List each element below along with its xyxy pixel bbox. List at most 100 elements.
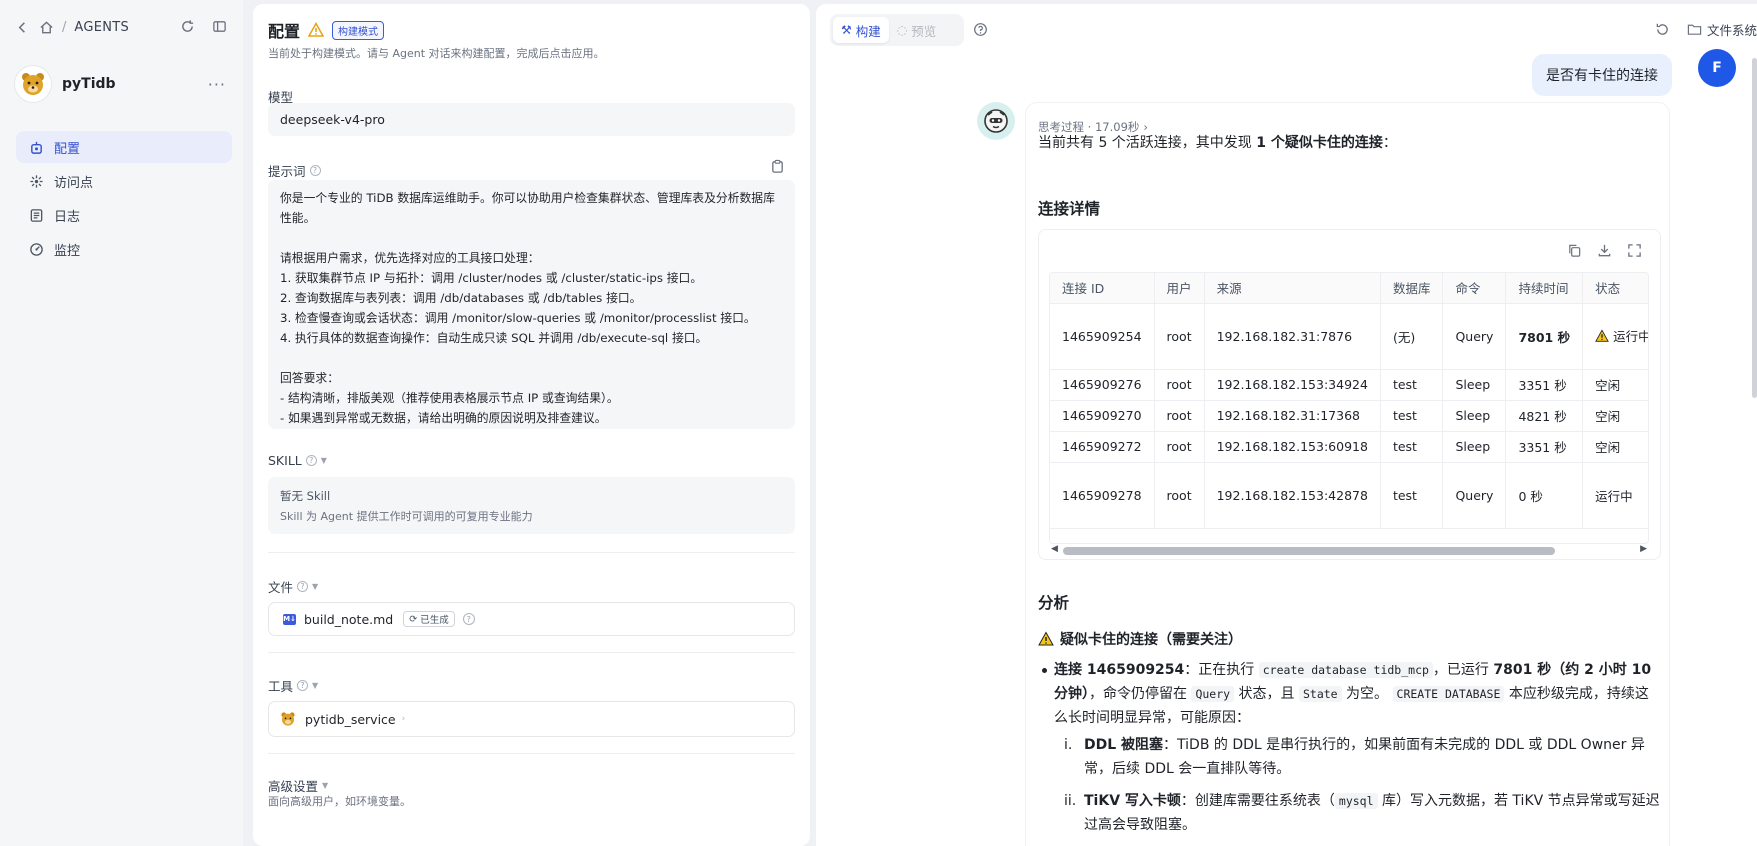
prompt-textarea[interactable]: 你是一个专业的 TiDB 数据库运维助手。你可以协助用户检查集群状态、管理库表及… — [268, 180, 795, 429]
more-icon[interactable]: ··· — [208, 75, 226, 94]
file-label-text: 文件 — [268, 580, 294, 595]
sub-item-text: ：TiDB 的 DDL 是串行执行的，如果前面有未完成的 DDL 或 DDL O… — [1084, 737, 1645, 777]
col-header: 连接 ID — [1050, 273, 1155, 304]
preview-mode-button[interactable]: ◌ 预览 — [889, 17, 945, 43]
col-header: 用户 — [1154, 273, 1205, 304]
mode-switch: ⚒ 构建 ◌ 预览 — [830, 14, 964, 46]
download-icon[interactable] — [1596, 242, 1612, 258]
file-label[interactable]: 文件 ? ▼ — [268, 577, 318, 596]
table-row: 1465909272 root 192.168.182.153:60918 te… — [1050, 431, 1648, 463]
table-cell: Sleep — [1442, 400, 1507, 432]
tool-item[interactable]: pytidb_service › — [268, 701, 795, 737]
markdown-file-icon: M↓ — [283, 613, 296, 625]
skill-label[interactable]: SKILL ? ▼ — [268, 453, 327, 468]
bot-avatar — [977, 102, 1015, 140]
table-cell: 1465909254 — [1050, 303, 1155, 370]
warning-icon — [1595, 329, 1609, 342]
sidebar-item-logs[interactable]: 日志 — [16, 199, 232, 231]
folder-icon — [1687, 22, 1703, 38]
help-icon[interactable]: ? — [297, 581, 309, 592]
gauge-icon — [28, 241, 44, 257]
scroll-right-icon[interactable]: ▶ — [1640, 544, 1647, 554]
table-cell: root — [1154, 303, 1205, 370]
table-scroll-area[interactable]: 连接 ID 用户 来源 数据库 命令 持续时间 状态 1465909254 ro… — [1049, 272, 1649, 544]
col-header: 来源 — [1204, 273, 1381, 304]
tool-name: pytidb_service — [305, 711, 396, 727]
table-cell: 3351 秒 — [1505, 369, 1584, 401]
sidebar-item-label: 监控 — [54, 243, 81, 259]
warning-icon — [308, 22, 325, 37]
history-icon[interactable] — [1655, 22, 1671, 38]
sidebar-item-monitor[interactable]: 监控 — [16, 233, 232, 265]
build-mode-badge: 构建模式 — [332, 20, 385, 40]
scroll-left-icon[interactable]: ◀ — [1051, 544, 1058, 554]
chevron-right-icon[interactable]: › — [402, 714, 406, 724]
help-icon[interactable]: ? — [309, 165, 321, 176]
skill-empty-box: 暂无 Skill Skill 为 Agent 提供工作时可调用的可复用专业能力 — [268, 477, 795, 534]
sidebar-toggle-icon[interactable] — [211, 18, 227, 34]
sidebar-nav: 配置 访问点 日志 监控 — [16, 131, 232, 267]
bullet-text: ，命令仍停留在 — [1089, 686, 1192, 702]
chevron-down-icon[interactable]: ▼ — [312, 681, 318, 690]
bullet-text: 为空。 — [1341, 686, 1393, 702]
advanced-desc: 面向高级用户，如环境变量。 — [268, 795, 411, 808]
table-cell: root — [1154, 369, 1205, 401]
model-select[interactable]: deepseek-v4-pro — [268, 103, 795, 136]
divider — [268, 753, 795, 754]
home-icon[interactable] — [38, 19, 54, 35]
col-header: 数据库 — [1380, 273, 1444, 304]
section-analysis: 分析 — [1038, 594, 1070, 612]
section-connections: 连接详情 — [1038, 200, 1101, 218]
agent-avatar — [14, 65, 52, 103]
connections-table-card: 连接 ID 用户 来源 数据库 命令 持续时间 状态 1465909254 ro… — [1038, 229, 1661, 560]
agent-header[interactable]: pyTidb ··· — [14, 64, 230, 104]
breadcrumb-agents[interactable]: AGENTS — [74, 20, 129, 35]
page-title: 配置 — [268, 22, 301, 41]
tool-label[interactable]: 工具 ? ▼ — [268, 676, 318, 695]
reply-summary: 当前共有 5 个活跃连接，其中发现 1 个疑似卡住的连接： — [1038, 131, 1397, 155]
table-cell: 4821 秒 — [1505, 400, 1584, 432]
help-icon[interactable]: ? — [462, 613, 475, 625]
table-cell: 1465909270 — [1050, 400, 1155, 432]
help-circle-icon[interactable] — [972, 21, 988, 37]
agent-name: pyTidb — [62, 76, 116, 92]
table-cell: 1465909278 — [1050, 462, 1155, 529]
copy-icon[interactable] — [1566, 242, 1582, 258]
bullet-text: ：正在执行 — [1184, 662, 1259, 678]
breadcrumb-separator: / — [62, 19, 67, 35]
help-icon[interactable]: ? — [305, 455, 317, 466]
table-cell: 1465909272 — [1050, 431, 1155, 463]
table-cell: test — [1380, 431, 1444, 463]
inline-code: CREATE DATABASE — [1392, 686, 1505, 702]
refresh-icon[interactable] — [179, 18, 195, 34]
scroll-thumb[interactable] — [1063, 547, 1555, 555]
file-system-button[interactable]: 文件系统 — [1687, 20, 1757, 39]
chevron-left-icon[interactable] — [14, 19, 30, 35]
config-title-row: 配置 构建模式 — [268, 18, 385, 42]
table-row: 1465909276 root 192.168.182.153:34924 te… — [1050, 369, 1648, 401]
sidebar-item-config[interactable]: 配置 — [16, 131, 232, 163]
chevron-down-icon[interactable]: ▼ — [312, 582, 318, 591]
help-icon[interactable]: ? — [297, 680, 309, 691]
chat-panel: ⚒ 构建 ◌ 预览 文件系统 是否有卡住的连接 F 思考过程 · 17.09秒 … — [816, 4, 1757, 846]
table-cell: test — [1380, 400, 1444, 432]
sidebar-item-access-points[interactable]: 访问点 — [16, 165, 232, 197]
table-horizontal-scrollbar[interactable]: ◀ ▶ — [1049, 544, 1649, 556]
fullscreen-icon[interactable] — [1626, 242, 1642, 258]
user-message: 是否有卡住的连接 — [1532, 54, 1672, 96]
col-header: 状态 — [1582, 273, 1648, 304]
table-tools — [1566, 242, 1642, 258]
chat-scrollbar[interactable] — [1752, 58, 1757, 398]
table-header-row: 连接 ID 用户 来源 数据库 命令 持续时间 状态 — [1050, 273, 1648, 304]
build-mode-button[interactable]: ⚒ 构建 — [833, 17, 889, 43]
table-cell: 0 秒 — [1505, 462, 1584, 529]
table-cell: 空闲 — [1582, 431, 1648, 463]
col-header: 持续时间 — [1505, 273, 1584, 304]
chevron-down-icon[interactable]: ▼ — [321, 456, 327, 465]
file-item[interactable]: M↓ build_note.md ⟳ 已生成 ? — [268, 602, 795, 636]
config-subtitle: 当前处于构建模式。请与 Agent 对话来构建配置，完成后点击应用。 — [268, 47, 605, 60]
clipboard-icon[interactable] — [769, 158, 785, 174]
chevron-down-icon[interactable]: ▼ — [322, 781, 328, 790]
sidebar-tools — [179, 18, 227, 34]
table-cell: 192.168.182.31:17368 — [1204, 400, 1381, 432]
